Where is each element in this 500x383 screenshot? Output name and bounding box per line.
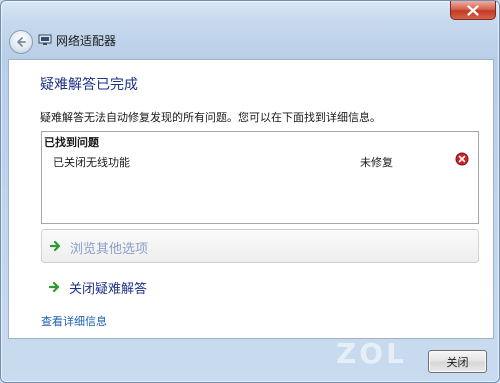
back-button[interactable]: [9, 30, 33, 54]
window-title: 网络适配器: [56, 34, 117, 48]
close-troubleshooter-label: 关闭疑难解答: [69, 282, 148, 297]
close-troubleshooter-link[interactable]: 关闭疑难解答: [41, 276, 341, 298]
watermark: ZOL: [336, 337, 407, 370]
close-button[interactable]: 关闭: [428, 350, 487, 373]
view-details-link[interactable]: 查看详细信息: [41, 313, 107, 329]
troubleshooter-window: 网络适配器 疑难解答已完成 疑难解答无法自动修复发现的所有问题。您可以在下面找到…: [0, 0, 500, 383]
issues-header: 已找到问题: [44, 136, 99, 149]
browse-other-options-label: 浏览其他选项: [70, 242, 149, 257]
issue-row[interactable]: 已关闭无线功能 未修复: [42, 152, 478, 170]
content-panel: 疑难解答已完成 疑难解答无法自动修复发现的所有问题。您可以在下面找到详细信息。 …: [8, 59, 494, 339]
back-arrow-icon: [17, 37, 26, 47]
window-close-button[interactable]: [450, 1, 496, 20]
issue-name: 已关闭无线功能: [53, 156, 130, 169]
network-adapter-icon: [38, 34, 52, 45]
issue-status: 未修复: [360, 156, 393, 169]
green-arrow-icon: [50, 240, 61, 252]
browse-other-options-link[interactable]: 浏览其他选项: [41, 229, 479, 263]
green-arrow-icon: [49, 281, 60, 293]
page-description: 疑难解答无法自动修复发现的所有问题。您可以在下面找到详细信息。: [40, 111, 381, 124]
page-heading: 疑难解答已完成: [40, 77, 138, 93]
error-icon: [455, 152, 469, 166]
close-icon: [467, 4, 479, 16]
issues-list: 已找到问题 已关闭无线功能 未修复: [41, 131, 479, 224]
